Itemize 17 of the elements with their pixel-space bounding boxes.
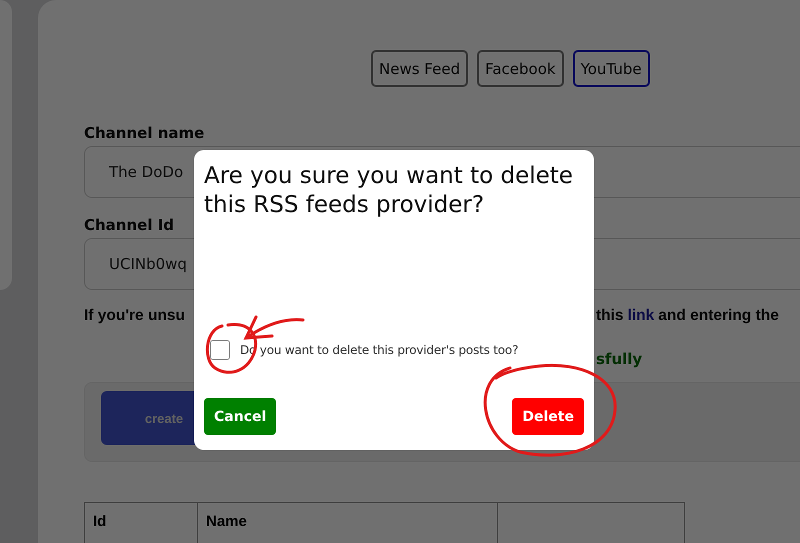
delete-button[interactable]: Delete bbox=[512, 398, 584, 435]
field-label: Channel Id bbox=[84, 216, 176, 234]
tab[interactable]: YouTube bbox=[572, 50, 650, 87]
info-text: this bbox=[596, 307, 624, 325]
arrow-annotation bbox=[244, 316, 304, 340]
circle-annotation bbox=[206, 323, 258, 374]
info-text: and entering the bbox=[658, 307, 779, 325]
tab[interactable]: Facebook bbox=[477, 50, 564, 87]
checkbox[interactable] bbox=[210, 340, 230, 360]
cancel-button[interactable]: Cancel bbox=[204, 398, 276, 435]
info-text: If you're unsu bbox=[84, 307, 186, 325]
tab[interactable]: News Feed bbox=[371, 50, 468, 87]
link[interactable]: link bbox=[628, 307, 654, 325]
status-text: sfully bbox=[596, 350, 642, 368]
column-header: Id bbox=[85, 503, 198, 543]
column-header: Name bbox=[198, 503, 498, 543]
field-label: Channel name bbox=[84, 124, 206, 142]
